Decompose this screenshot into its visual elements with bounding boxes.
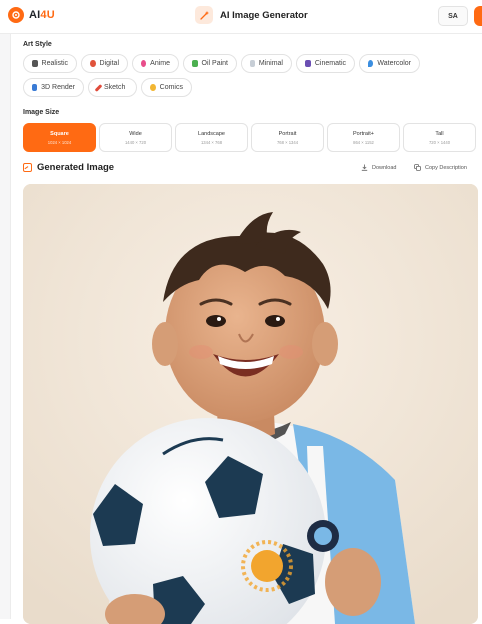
camera-icon <box>32 60 38 67</box>
size-option-dims: 1344 × 768 <box>200 140 223 145</box>
size-option-dims: 864 × 1152 <box>353 140 374 145</box>
size-option-dims: 768 × 1344 <box>276 140 299 145</box>
generated-image-canvas <box>23 184 478 624</box>
style-chip-label: Oil Paint <box>201 60 228 67</box>
style-chip-label: Comics <box>159 84 183 91</box>
style-chip-label: Minimal <box>258 60 283 67</box>
film-icon <box>305 60 311 67</box>
style-chip-label: Anime <box>150 60 170 67</box>
palette-icon <box>90 60 96 67</box>
size-option-label: Landscape <box>198 131 225 137</box>
image-size-label: Image Size <box>23 109 60 116</box>
size-option-landscape[interactable]: Landscape 1344 × 768 <box>175 123 248 152</box>
style-chip-minimal[interactable]: Minimal <box>241 54 292 73</box>
download-icon <box>361 164 368 171</box>
square-icon <box>250 60 255 67</box>
style-chip-label: Sketch <box>104 84 126 91</box>
cube-icon <box>32 84 38 91</box>
style-chip-label: Digital <box>99 60 119 67</box>
style-chip-cinematic[interactable]: Cinematic <box>296 54 355 73</box>
style-chip-anime[interactable]: Anime <box>132 54 179 73</box>
comic-icon <box>150 84 156 91</box>
style-chip-oil-paint[interactable]: Oil Paint <box>183 54 237 73</box>
size-option-dims: 1024 × 1024 <box>47 140 72 145</box>
brand-name-suffix: 4U <box>40 9 55 21</box>
art-style-label: Art Style <box>23 41 52 48</box>
pencil-icon <box>94 83 103 92</box>
copy-description-button[interactable]: Copy Description <box>414 164 467 171</box>
size-option-dims: 720 × 1440 <box>428 140 451 145</box>
top-header: AI4U AI Image Generator SA <box>0 0 482 34</box>
brand-name-prefix: AI <box>29 9 41 21</box>
size-option-tall[interactable]: Tall 720 × 1440 <box>403 123 476 152</box>
brand-name: AI4U <box>29 9 55 21</box>
size-option-wide[interactable]: Wide 1440 × 720 <box>99 123 172 152</box>
generated-image[interactable] <box>23 184 478 624</box>
size-option-portrait-plus[interactable]: Portrait+ 864 × 1152 <box>327 123 400 152</box>
sparkle-icon <box>141 60 147 67</box>
generated-image-title: Generated Image <box>37 162 115 173</box>
size-option-label: Tall <box>435 131 444 137</box>
brand-logo[interactable]: AI4U <box>8 7 55 23</box>
user-avatar[interactable]: SA <box>438 6 468 26</box>
copy-description-label: Copy Description <box>425 164 467 171</box>
style-chip-sketch[interactable]: Sketch <box>88 78 137 97</box>
image-icon <box>23 163 32 172</box>
style-chip-label: Cinematic <box>314 60 346 67</box>
brand-icon <box>8 7 24 23</box>
style-chip-3d-render[interactable]: 3D Render <box>23 78 84 97</box>
style-chip-realistic[interactable]: Realistic <box>23 54 77 73</box>
style-chip-watercolor[interactable]: Watercolor <box>359 54 420 73</box>
generated-image-header: Generated Image <box>23 162 114 173</box>
menu-button[interactable] <box>474 6 482 26</box>
download-button[interactable]: Download <box>361 164 396 171</box>
size-option-label: Square <box>50 131 69 137</box>
style-chip-label: Watercolor <box>377 60 411 67</box>
page-title: AI Image Generator <box>220 9 308 21</box>
magic-wand-icon <box>195 6 213 24</box>
size-option-label: Wide <box>129 131 142 137</box>
sidebar-strip <box>0 34 11 619</box>
size-option-label: Portrait <box>278 131 297 137</box>
style-chip-label: 3D Render <box>41 84 75 91</box>
style-chip-comics[interactable]: Comics <box>141 78 192 97</box>
size-option-label: Portrait+ <box>353 131 374 137</box>
canvas-icon <box>192 60 198 67</box>
size-option-dims: 1440 × 720 <box>124 140 147 145</box>
app-title-group: AI Image Generator <box>195 6 308 24</box>
style-chip-label: Realistic <box>41 60 68 67</box>
size-option-portrait[interactable]: Portrait 768 × 1344 <box>251 123 324 152</box>
sun-emblem <box>251 550 283 582</box>
style-chip-digital[interactable]: Digital <box>81 54 128 73</box>
copy-icon <box>414 164 421 171</box>
size-option-square[interactable]: Square 1024 × 1024 <box>23 123 96 152</box>
download-label: Download <box>372 164 397 171</box>
droplet-icon <box>368 60 374 67</box>
